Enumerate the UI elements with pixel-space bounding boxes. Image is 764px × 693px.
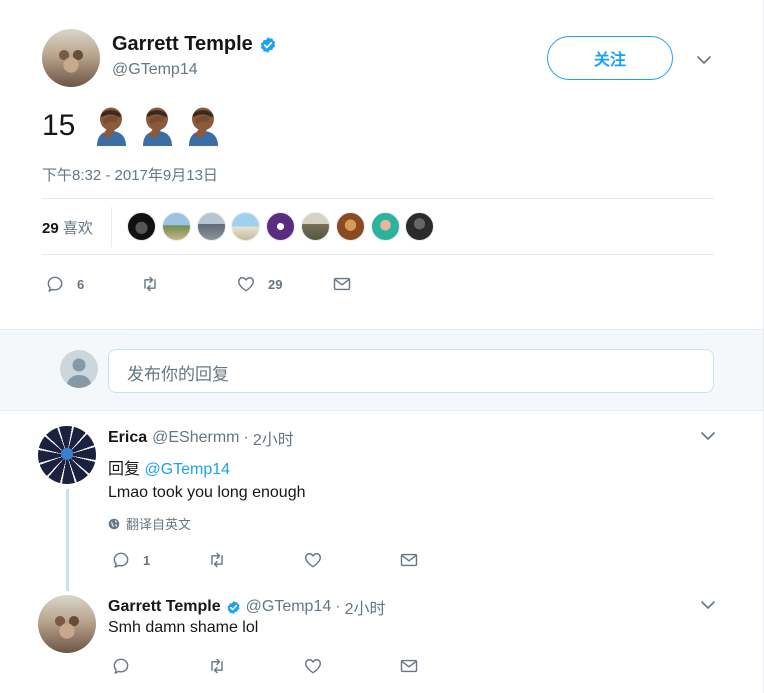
like-action[interactable]: 29 — [236, 274, 282, 294]
reply-action[interactable] — [111, 656, 131, 676]
envelope-icon — [333, 277, 351, 291]
reply-icon — [47, 276, 63, 292]
reply-action[interactable]: 1 — [111, 550, 150, 570]
reply-text: Lmao took you long enough — [108, 484, 306, 501]
reply-prefix: 回复 — [108, 461, 141, 478]
reply-avatar-garrett[interactable] — [38, 595, 96, 653]
like-action[interactable] — [303, 550, 323, 570]
heart-icon — [238, 277, 254, 292]
reply-author-name[interactable]: Garrett Temple — [108, 598, 221, 616]
reply-text: Smh damn shame lol — [108, 619, 259, 636]
message-action[interactable] — [399, 656, 419, 676]
facepalm-icon — [97, 107, 127, 146]
liker-avatar[interactable] — [405, 212, 435, 241]
reply-input[interactable]: 发布你的回复 — [108, 349, 714, 393]
envelope-icon — [400, 553, 418, 567]
heart-icon — [305, 553, 321, 568]
reply-author-name[interactable]: Erica — [108, 429, 147, 447]
reply-author-handle[interactable]: @EShermm — [152, 429, 239, 447]
retweet-icon — [144, 276, 156, 292]
default-user-icon — [66, 358, 92, 388]
reply-separator: · — [243, 429, 249, 446]
retweet-icon — [211, 552, 223, 568]
like-action[interactable] — [303, 656, 323, 676]
retweet-icon — [211, 658, 223, 674]
facepalm-icon — [143, 107, 173, 146]
reply-author-handle[interactable]: @GTemp14 — [246, 598, 332, 616]
reply-composer: 发布你的回复 — [0, 329, 763, 411]
liker-avatar[interactable] — [161, 212, 191, 241]
message-action[interactable] — [399, 550, 419, 570]
chevron-down-icon[interactable] — [696, 52, 712, 68]
translate-link[interactable]: 翻译自英文 — [108, 514, 191, 533]
envelope-icon — [400, 659, 418, 673]
reply-context: 回复 @GTemp14 — [108, 455, 230, 479]
tweet-detail-page: Garrett Temple @GTemp14 关注 15 下午8:32 - 2… — [0, 0, 764, 693]
tweet-text-value: 15 — [42, 109, 76, 142]
reply-count: 1 — [143, 552, 151, 568]
reply-header: Garrett Temple @GTemp14 · 2小时 — [108, 595, 385, 619]
liker-avatar[interactable] — [300, 212, 330, 241]
retweet-action[interactable] — [140, 274, 172, 294]
heart-icon — [305, 659, 321, 674]
message-action[interactable] — [332, 274, 352, 294]
author-name[interactable]: Garrett Temple — [112, 33, 253, 56]
liker-avatar[interactable] — [196, 212, 226, 241]
reply-time[interactable]: 2小时 — [253, 426, 294, 450]
likes-count: 29 — [42, 220, 59, 237]
reply-action[interactable]: 6 — [45, 274, 84, 294]
reply-time[interactable]: 2小时 — [345, 595, 386, 619]
retweet-action[interactable] — [207, 550, 227, 570]
like-count: 29 — [268, 276, 283, 292]
author-avatar[interactable] — [42, 29, 100, 87]
stats-bar: 29 喜欢 — [42, 198, 714, 255]
reply-avatar-erica[interactable] — [38, 426, 96, 484]
facepalm-icon — [189, 107, 219, 146]
author-name-row[interactable]: Garrett Temple — [112, 33, 277, 56]
tweet-timestamp[interactable]: 下午8:32 - 2017年9月13日 — [42, 164, 218, 185]
current-user-avatar[interactable] — [60, 350, 98, 388]
translate-label: 翻译自英文 — [126, 517, 192, 532]
likes-stat[interactable]: 29 喜欢 — [42, 217, 93, 238]
tweet-text: 15 — [42, 106, 223, 146]
stats-divider — [111, 207, 112, 247]
thread-line — [66, 489, 69, 591]
likes-label: 喜欢 — [62, 220, 93, 237]
reply-header: Erica @EShermm · 2小时 — [108, 426, 294, 450]
liker-avatar[interactable] — [370, 212, 400, 241]
chevron-down-icon[interactable] — [700, 428, 716, 444]
chevron-down-icon[interactable] — [700, 597, 716, 613]
liker-avatar[interactable] — [335, 212, 365, 241]
reply-count: 6 — [77, 276, 85, 292]
liker-avatar[interactable] — [266, 212, 296, 241]
liker-avatar[interactable] — [231, 212, 261, 241]
verified-badge-icon — [260, 36, 275, 53]
reply-separator: · — [335, 598, 341, 615]
follow-button[interactable]: 关注 — [547, 36, 673, 80]
retweet-action[interactable] — [207, 656, 227, 676]
reply-icon — [113, 658, 129, 674]
liker-avatars — [127, 212, 440, 241]
globe-icon — [108, 518, 120, 529]
author-handle[interactable]: @GTemp14 — [112, 61, 198, 79]
reply-icon — [113, 552, 129, 568]
reply-mention-link[interactable]: @GTemp14 — [144, 461, 230, 478]
liker-avatar[interactable] — [127, 212, 156, 241]
verified-badge-icon — [227, 600, 240, 614]
